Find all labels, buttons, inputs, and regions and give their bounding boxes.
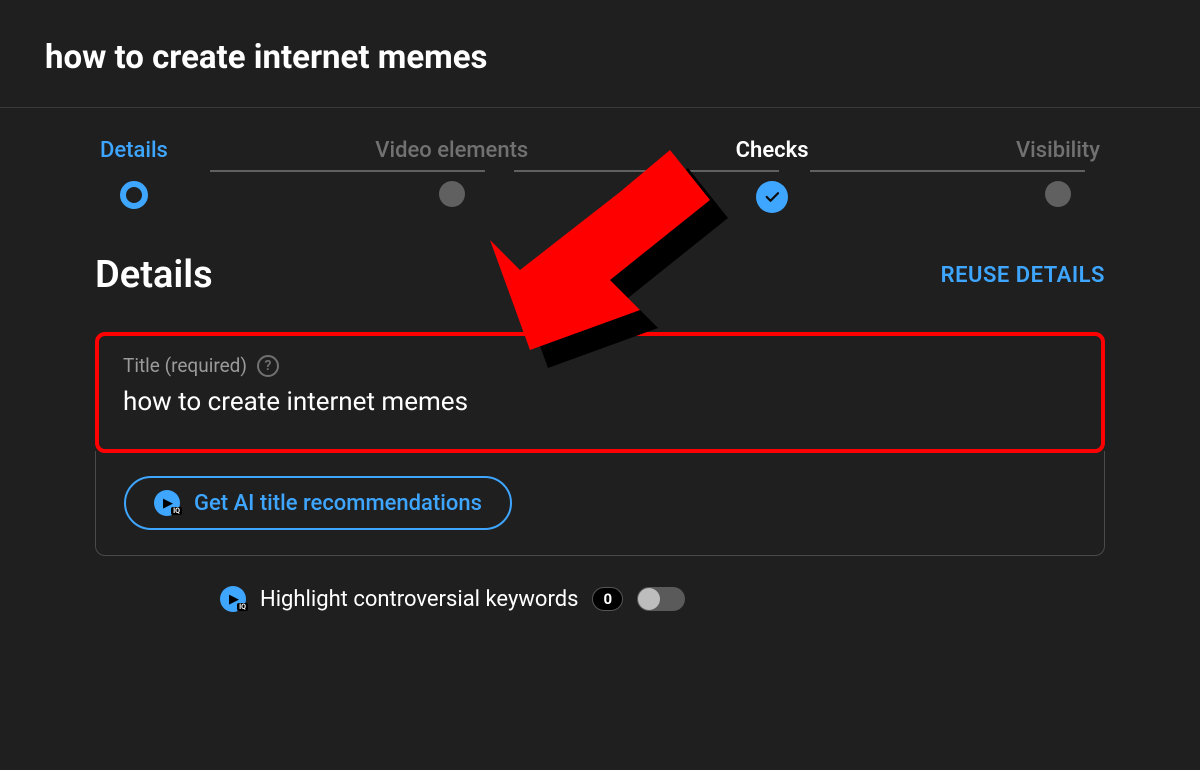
ai-button-label: Get AI title recommendations <box>194 491 482 516</box>
vidiq-icon <box>220 586 246 612</box>
toggle-knob <box>638 588 660 610</box>
vidiq-icon <box>154 490 180 516</box>
video-title-heading: how to create internet memes <box>45 38 1155 77</box>
dialog-header: how to create internet memes <box>0 0 1200 108</box>
step-details[interactable]: Details <box>100 138 168 209</box>
highlight-keywords-toggle[interactable] <box>637 587 685 611</box>
keyword-count-badge: 0 <box>592 587 623 611</box>
step-indicator-pending <box>1045 181 1071 207</box>
ai-title-recommendations-button[interactable]: Get AI title recommendations <box>124 476 512 530</box>
ai-recommendation-panel: Get AI title recommendations <box>95 451 1105 556</box>
section-title: Details <box>95 253 213 297</box>
step-indicator-done <box>756 181 788 213</box>
check-icon <box>763 188 781 206</box>
title-input[interactable]: how to create internet memes <box>123 387 1077 417</box>
title-input-container[interactable]: Title (required) ? how to create interne… <box>95 332 1105 453</box>
title-field-label: Title (required) <box>123 354 247 377</box>
step-label: Visibility <box>1016 138 1100 163</box>
title-label-row: Title (required) ? <box>123 354 1077 377</box>
section-header: Details REUSE DETAILS <box>95 253 1105 297</box>
upload-stepper: Details Video elements Checks Visibility <box>0 108 1200 213</box>
reuse-details-button[interactable]: REUSE DETAILS <box>941 263 1105 288</box>
step-indicator-pending <box>439 181 465 207</box>
step-video-elements[interactable]: Video elements <box>375 138 528 207</box>
highlight-keywords-row: Highlight controversial keywords 0 <box>95 556 1105 612</box>
highlight-keywords-label: Highlight controversial keywords <box>260 587 578 612</box>
step-visibility[interactable]: Visibility <box>1016 138 1100 207</box>
step-label: Checks <box>736 138 809 163</box>
details-section: Details REUSE DETAILS Title (required) ?… <box>0 213 1200 612</box>
help-icon[interactable]: ? <box>257 355 279 377</box>
step-label: Video elements <box>375 138 528 163</box>
step-indicator-active <box>120 181 148 209</box>
step-checks[interactable]: Checks <box>736 138 809 213</box>
step-label: Details <box>100 138 168 163</box>
